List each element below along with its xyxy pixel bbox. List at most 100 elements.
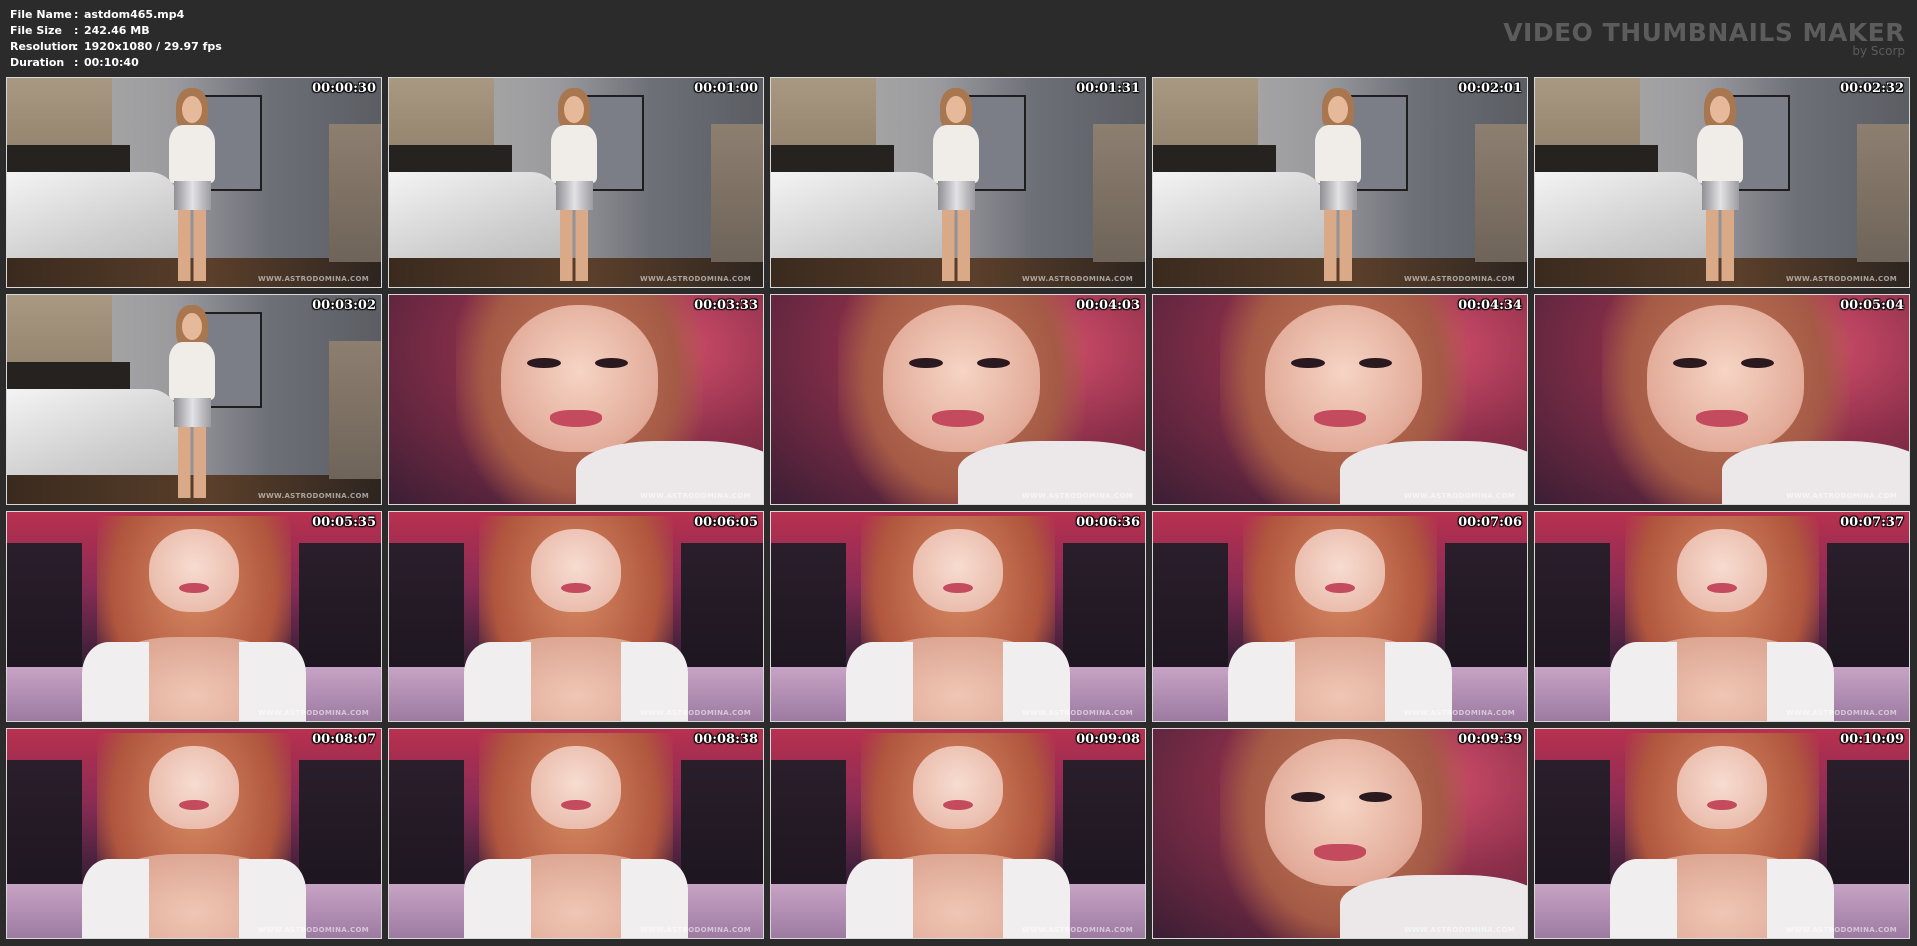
video-thumbnail: 00:10:09 WWW.ASTRODOMINA.COM	[1534, 728, 1910, 939]
thumbnail-frame-image	[1535, 78, 1909, 287]
thumbnail-watermark: WWW.ASTRODOMINA.COM	[258, 709, 369, 717]
thumbnail-watermark: WWW.ASTRODOMINA.COM	[1404, 275, 1515, 283]
thumbnail-timestamp: 00:07:37	[1840, 515, 1904, 530]
thumbnail-timestamp: 00:01:00	[694, 81, 758, 96]
thumbnail-frame-image	[771, 295, 1145, 504]
thumbnail-timestamp: 00:04:34	[1458, 298, 1522, 313]
info-value: 242.46 MB	[84, 24, 150, 37]
video-thumbnail: 00:07:06 WWW.ASTRODOMINA.COM	[1152, 511, 1528, 722]
thumbnail-frame-image	[1153, 512, 1527, 721]
thumbnail-timestamp: 00:09:39	[1458, 732, 1522, 747]
info-separator: :	[74, 40, 79, 53]
thumbnail-watermark: WWW.ASTRODOMINA.COM	[258, 926, 369, 934]
thumbnail-watermark: WWW.ASTRODOMINA.COM	[640, 709, 751, 717]
thumbnail-frame-image	[1535, 295, 1909, 504]
thumbnail-timestamp: 00:05:35	[312, 515, 376, 530]
video-thumbnail: 00:06:05 WWW.ASTRODOMINA.COM	[388, 511, 764, 722]
thumbnail-grid: 00:00:30 WWW.ASTRODOMINA.COM 00:01:00 WWW.A…	[6, 77, 1911, 941]
thumbnail-timestamp: 00:03:02	[312, 298, 376, 313]
thumbnail-watermark: WWW.ASTRODOMINA.COM	[1022, 275, 1133, 283]
thumbnail-frame-image	[771, 78, 1145, 287]
info-label: Resolution	[10, 40, 77, 53]
video-thumbnail: 00:05:35 WWW.ASTRODOMINA.COM	[6, 511, 382, 722]
thumbnail-watermark: WWW.ASTRODOMINA.COM	[640, 275, 751, 283]
info-value: astdom465.mp4	[84, 8, 185, 21]
thumbnail-watermark: WWW.ASTRODOMINA.COM	[1022, 709, 1133, 717]
thumbnail-timestamp: 00:10:09	[1840, 732, 1904, 747]
info-label: File Size	[10, 24, 62, 37]
video-thumbnail: 00:08:07 WWW.ASTRODOMINA.COM	[6, 728, 382, 939]
thumbnail-watermark: WWW.ASTRODOMINA.COM	[1786, 492, 1897, 500]
thumbnail-frame-image	[1153, 295, 1527, 504]
video-thumbnail: 00:01:00 WWW.ASTRODOMINA.COM	[388, 77, 764, 288]
thumbnail-timestamp: 00:04:03	[1076, 298, 1140, 313]
thumbnail-frame-image	[7, 78, 381, 287]
info-value: 00:10:40	[84, 56, 139, 69]
video-thumbnail: 00:04:03 WWW.ASTRODOMINA.COM	[770, 294, 1146, 505]
thumbnail-watermark: WWW.ASTRODOMINA.COM	[1404, 709, 1515, 717]
video-thumbnail: 00:06:36 WWW.ASTRODOMINA.COM	[770, 511, 1146, 722]
info-separator: :	[74, 24, 79, 37]
thumbnail-frame-image	[389, 295, 763, 504]
info-label: Duration	[10, 56, 65, 69]
info-label: File Name	[10, 8, 72, 21]
video-thumbnail: 00:02:01 WWW.ASTRODOMINA.COM	[1152, 77, 1528, 288]
info-row-resolution: Resolution : 1920x1080 / 29.97 fps	[10, 39, 222, 55]
video-thumbnail: 00:01:31 WWW.ASTRODOMINA.COM	[770, 77, 1146, 288]
thumbnail-timestamp: 00:02:32	[1840, 81, 1904, 96]
thumbnail-watermark: WWW.ASTRODOMINA.COM	[1404, 926, 1515, 934]
thumbnail-timestamp: 00:05:04	[1840, 298, 1904, 313]
thumbnail-watermark: WWW.ASTRODOMINA.COM	[1022, 492, 1133, 500]
info-row-file-name: File Name : astdom465.mp4	[10, 7, 222, 23]
thumbnail-frame-image	[1153, 729, 1527, 938]
info-row-duration: Duration : 00:10:40	[10, 55, 222, 71]
thumbnail-watermark: WWW.ASTRODOMINA.COM	[640, 492, 751, 500]
info-value: 1920x1080 / 29.97 fps	[84, 40, 222, 53]
video-thumbnail: 00:09:08 WWW.ASTRODOMINA.COM	[770, 728, 1146, 939]
thumbnail-frame-image	[389, 512, 763, 721]
info-separator: :	[74, 8, 79, 21]
thumbnail-watermark: WWW.ASTRODOMINA.COM	[1022, 926, 1133, 934]
thumbnail-timestamp: 00:06:05	[694, 515, 758, 530]
thumbnail-timestamp: 00:07:06	[1458, 515, 1522, 530]
thumbnail-frame-image	[7, 512, 381, 721]
brand-title: VIDEO THUMBNAILS MAKER	[1503, 18, 1905, 47]
video-thumbnail: 00:03:02 WWW.ASTRODOMINA.COM	[6, 294, 382, 505]
video-thumbnail: 00:05:04 WWW.ASTRODOMINA.COM	[1534, 294, 1910, 505]
thumbnail-timestamp: 00:01:31	[1076, 81, 1140, 96]
thumbnail-watermark: WWW.ASTRODOMINA.COM	[258, 275, 369, 283]
thumbnail-watermark: WWW.ASTRODOMINA.COM	[1404, 492, 1515, 500]
thumbnail-frame-image	[771, 512, 1145, 721]
thumbnail-frame-image	[7, 295, 381, 504]
file-info: File Name : astdom465.mp4 File Size : 24…	[10, 7, 222, 71]
thumbnail-watermark: WWW.ASTRODOMINA.COM	[258, 492, 369, 500]
thumbnail-timestamp: 00:03:33	[694, 298, 758, 313]
thumbnail-watermark: WWW.ASTRODOMINA.COM	[640, 926, 751, 934]
thumbnail-watermark: WWW.ASTRODOMINA.COM	[1786, 275, 1897, 283]
thumbnail-watermark: WWW.ASTRODOMINA.COM	[1786, 926, 1897, 934]
thumbnail-frame-image	[1153, 78, 1527, 287]
info-row-file-size: File Size : 242.46 MB	[10, 23, 222, 39]
thumbnail-timestamp: 00:00:30	[312, 81, 376, 96]
thumbnail-watermark: WWW.ASTRODOMINA.COM	[1786, 709, 1897, 717]
video-thumbnail: 00:08:38 WWW.ASTRODOMINA.COM	[388, 728, 764, 939]
thumbnail-frame-image	[1535, 729, 1909, 938]
thumbnail-timestamp: 00:02:01	[1458, 81, 1522, 96]
thumbnail-frame-image	[1535, 512, 1909, 721]
thumbnail-timestamp: 00:08:07	[312, 732, 376, 747]
info-separator: :	[74, 56, 79, 69]
thumbnail-timestamp: 00:09:08	[1076, 732, 1140, 747]
brand-logo: VIDEO THUMBNAILS MAKER by Scorp	[1503, 18, 1905, 58]
video-thumbnail: 00:02:32 WWW.ASTRODOMINA.COM	[1534, 77, 1910, 288]
video-thumbnail: 00:03:33 WWW.ASTRODOMINA.COM	[388, 294, 764, 505]
video-thumbnail: 00:04:34 WWW.ASTRODOMINA.COM	[1152, 294, 1528, 505]
thumbnail-frame-image	[389, 78, 763, 287]
video-thumbnail: 00:09:39 WWW.ASTRODOMINA.COM	[1152, 728, 1528, 939]
video-thumbnail: 00:00:30 WWW.ASTRODOMINA.COM	[6, 77, 382, 288]
thumbnail-frame-image	[389, 729, 763, 938]
thumbnail-timestamp: 00:08:38	[694, 732, 758, 747]
thumbnail-frame-image	[7, 729, 381, 938]
thumbnail-sheet: File Name : astdom465.mp4 File Size : 24…	[0, 0, 1917, 946]
thumbnail-timestamp: 00:06:36	[1076, 515, 1140, 530]
thumbnail-frame-image	[771, 729, 1145, 938]
